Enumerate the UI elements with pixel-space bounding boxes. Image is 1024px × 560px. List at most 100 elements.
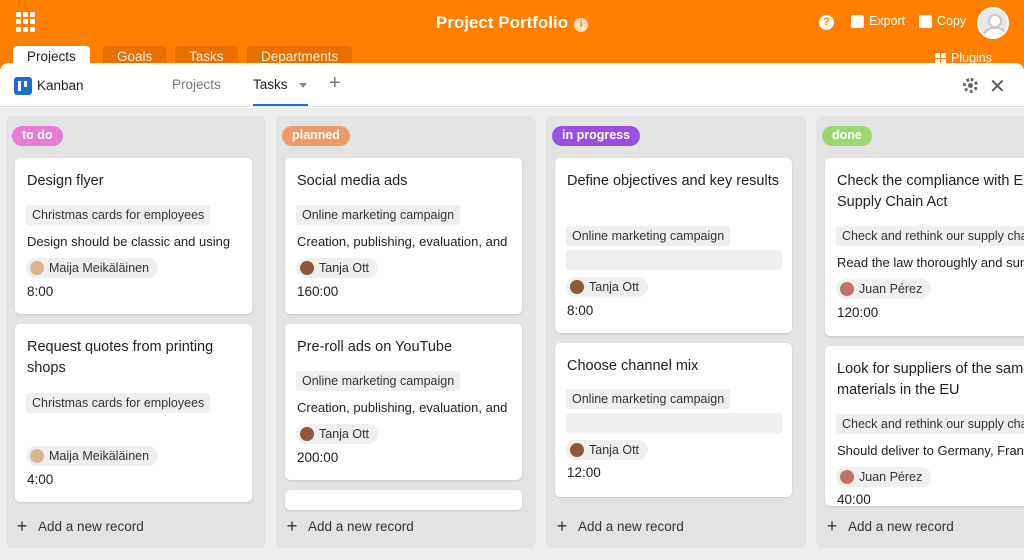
- gear-icon[interactable]: [963, 78, 978, 93]
- card-assignee: Juan Pérez: [836, 279, 932, 299]
- card-assignee: Tanja Ott: [566, 277, 649, 297]
- avatar: [30, 449, 44, 463]
- add-record-button[interactable]: + Add a new record: [824, 516, 954, 537]
- card-project-tag: Online marketing campaign: [296, 371, 461, 391]
- copy-button[interactable]: Copy: [919, 14, 966, 28]
- column-label: to do: [12, 126, 63, 146]
- plugin-name: Kanban: [37, 78, 84, 93]
- card-define-objectives[interactable]: Define objectives and key results Online…: [555, 158, 792, 333]
- card-assignee: Tanja Ott: [296, 258, 379, 278]
- card-description: Creation, publishing, evaluation, and: [297, 400, 508, 415]
- column-in-progress: in progress Define objectives and key re…: [546, 116, 806, 548]
- plus-icon: +: [556, 516, 568, 536]
- plus-icon: +: [286, 516, 298, 536]
- assignee-name: Maija Meikäläinen: [49, 449, 150, 463]
- info-icon[interactable]: i: [574, 18, 589, 32]
- add-record-button[interactable]: + Add a new record: [284, 516, 414, 537]
- card-time: 8:00: [567, 303, 594, 318]
- card-request-quotes[interactable]: Request quotes from printing shops Chris…: [15, 324, 252, 502]
- column-label: done: [822, 126, 872, 146]
- card-project-tag: Check and rethink our supply chain: [836, 226, 1024, 246]
- card-title: Check the compliance with EU Supply Chai…: [837, 173, 1024, 210]
- plus-icon: +: [16, 516, 28, 536]
- assignee-name: Tanja Ott: [319, 427, 370, 441]
- card-description: Design should be classic and using: [27, 234, 231, 249]
- avatar: [840, 470, 854, 484]
- assignee-name: Tanja Ott: [319, 261, 370, 275]
- card-time: 8:00: [27, 284, 54, 299]
- card-title: Define objectives and key results: [567, 173, 779, 189]
- card-empty-field: [566, 250, 782, 270]
- plugins-icon: [935, 52, 946, 64]
- kanban-toolbar: Kanban Projects Tasks + ✕: [0, 63, 1024, 107]
- card-project-tag: Christmas cards for employees: [26, 205, 211, 225]
- column-label: in progress: [552, 126, 641, 146]
- kanban-board: to do Design flyer Christmas cards for e…: [0, 108, 1024, 560]
- card-title: Social media ads: [297, 173, 408, 189]
- add-record-button[interactable]: + Add a new record: [554, 516, 684, 537]
- base-title[interactable]: Project Portfolio: [436, 13, 568, 32]
- card-choose-channel-mix[interactable]: Choose channel mix Online marketing camp…: [555, 343, 792, 497]
- card-title: Pre-roll ads on YouTube: [297, 339, 453, 355]
- card-project-tag: Online marketing campaign: [566, 389, 731, 409]
- view-tab-projects[interactable]: Projects: [172, 77, 221, 92]
- chevron-down-icon[interactable]: [299, 83, 307, 88]
- assignee-name: Tanja Ott: [589, 280, 640, 294]
- card-partial[interactable]: [285, 490, 522, 510]
- avatar: [300, 261, 314, 275]
- app-header: Project Portfolio i ? Export Copy Project…: [0, 0, 1024, 68]
- kanban-logo-icon: [14, 77, 32, 95]
- avatar: [300, 427, 314, 441]
- user-avatar[interactable]: [977, 7, 1009, 39]
- card-description: Creation, publishing, evaluation, and: [297, 234, 508, 249]
- add-record-label: Add a new record: [38, 519, 144, 534]
- avatar: [30, 261, 44, 275]
- card-title: Choose channel mix: [567, 358, 699, 374]
- avatar: [570, 280, 584, 294]
- column-done: done Check the compliance with EU Supply…: [816, 116, 1024, 548]
- export-label: Export: [869, 14, 906, 28]
- card-time: 200:00: [297, 450, 339, 465]
- card-project-tag: Christmas cards for employees: [26, 393, 211, 413]
- help-icon[interactable]: ?: [819, 15, 834, 30]
- export-button[interactable]: Export: [851, 14, 905, 28]
- card-social-media-ads[interactable]: Social media ads Online marketing campai…: [285, 158, 522, 314]
- add-view-button[interactable]: +: [329, 72, 341, 95]
- card-time: 4:00: [27, 472, 54, 487]
- add-record-button[interactable]: + Add a new record: [14, 516, 144, 537]
- avatar: [570, 443, 584, 457]
- card-time: 160:00: [297, 284, 339, 299]
- add-record-label: Add a new record: [578, 519, 684, 534]
- close-icon[interactable]: ✕: [989, 74, 1006, 99]
- add-record-label: Add a new record: [848, 519, 954, 534]
- export-icon: [851, 14, 864, 28]
- copy-icon: [919, 14, 932, 28]
- card-time: 40:00: [837, 492, 871, 506]
- copy-label: Copy: [937, 14, 967, 28]
- card-project-tag: Check and rethink our supply chain: [836, 414, 1024, 434]
- card-description: Read the law thoroughly and sum up: [837, 255, 1024, 270]
- card-assignee: Juan Pérez: [836, 467, 932, 487]
- add-record-label: Add a new record: [308, 519, 414, 534]
- view-tab-tasks[interactable]: Tasks: [253, 77, 288, 92]
- card-assignee: Maija Meikäläinen: [26, 446, 159, 466]
- card-assignee: Tanja Ott: [566, 440, 649, 460]
- card-empty-field: [566, 413, 782, 433]
- plus-icon: +: [826, 516, 838, 536]
- card-pre-roll-ads[interactable]: Pre-roll ads on YouTube Online marketing…: [285, 324, 522, 480]
- card-title: Design flyer: [27, 173, 104, 189]
- kanban-panel: Kanban Projects Tasks + ✕ to do Design f…: [0, 63, 1024, 560]
- card-project-tag: Online marketing campaign: [566, 226, 731, 246]
- card-design-flyer[interactable]: Design flyer Christmas cards for employe…: [15, 158, 252, 314]
- card-time: 12:00: [567, 465, 601, 480]
- card-assignee: Maija Meikäläinen: [26, 258, 159, 278]
- card-time: 120:00: [837, 305, 879, 320]
- card-project-tag: Online marketing campaign: [296, 205, 461, 225]
- assignee-name: Tanja Ott: [589, 443, 640, 457]
- active-view-indicator: [253, 104, 308, 106]
- column-label: planned: [282, 126, 350, 146]
- card-check-compliance[interactable]: Check the compliance with EU Supply Chai…: [825, 158, 1024, 336]
- card-title: Request quotes from printing shops: [27, 339, 214, 376]
- card-look-for-suppliers[interactable]: Look for suppliers of the same materials…: [825, 346, 1024, 506]
- column-to-do: to do Design flyer Christmas cards for e…: [6, 116, 266, 548]
